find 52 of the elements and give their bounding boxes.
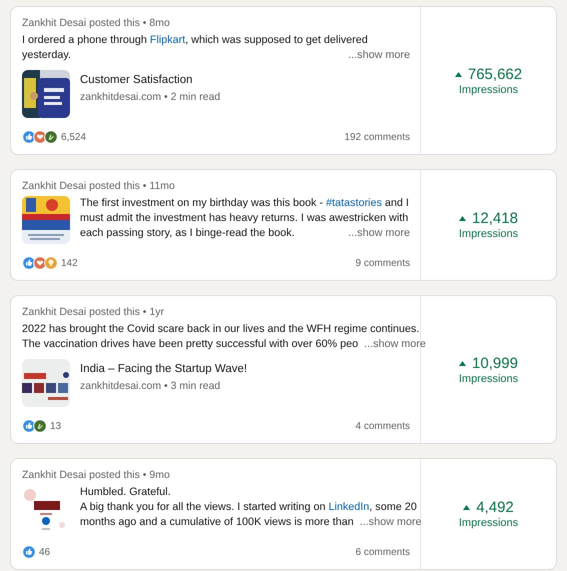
impressions-label: Impressions [458,517,518,529]
post-text: I ordered a phone through Flipkart, which was supposed to get delivered [22,33,368,48]
comments-count[interactable]: 6 comments [356,546,410,558]
impressions-count: 12,418 [472,210,518,227]
post-text: months ago and a cumulative of 100K views is more than [80,515,354,530]
post-meta: Zankhit Desai posted this • 11mo [22,180,176,192]
reaction-count[interactable]: 142 [61,258,78,268]
up-triangle-icon [463,505,470,510]
show-more-link[interactable]: ...show more [360,515,422,530]
clapping-hands-icon [44,130,58,144]
impressions-label: Impressions [458,372,518,384]
post-text: yesterday. [22,48,72,63]
link[interactable]: LinkedIn [328,501,370,513]
post-text: The vaccination drives have been pretty successful with over 60% peo [22,337,358,352]
post-text: each passing story, as I binge-read the book. [80,226,295,241]
up-triangle-icon [459,360,466,366]
impressions-count: 10,999 [472,354,518,372]
show-more-link[interactable]: ...show more [364,337,426,352]
comments-count[interactable]: 9 comments [356,258,410,268]
post-meta: Zankhit Desai posted this • 8mo [22,17,171,29]
show-more-link[interactable]: ...show more [348,226,410,241]
lightbulb-icon [44,256,58,270]
article-source: zankhitdesai.com • 3 min read [80,380,222,392]
impressions-label: Impressions [458,84,518,96]
impressions-count: 4,492 [476,499,514,516]
link[interactable]: Flipkart [150,34,186,46]
like-icon [22,419,36,433]
comments-count[interactable]: 192 comments [344,132,410,142]
impressions-count: 765,662 [468,66,522,82]
article-title[interactable]: India – Facing the Startup Wave! [80,363,248,375]
post-meta: Zankhit Desai posted this • 1yr [22,306,165,318]
post-text: must admit the investment has heavy returns. I was awestricken with [80,211,408,226]
show-more-link[interactable]: ...show more [348,48,410,63]
article-title[interactable]: Customer Satisfaction [80,74,220,86]
reaction-count[interactable]: 6,524 [61,132,86,142]
reaction-count[interactable]: 13 [50,420,62,432]
like-icon [22,130,36,144]
reaction-count[interactable]: 46 [39,546,50,558]
like-icon [22,256,36,270]
up-triangle-icon [454,72,462,76]
post-text: The first investment on my birthday was this book - #tatastories and I [80,196,409,211]
post-meta: Zankhit Desai posted this • 9mo [22,469,171,481]
post-text: 2022 has brought the Covid scare back in our lives and the WFH regime continues. [22,322,420,337]
post-text: Humbled. Grateful. [80,485,171,500]
impressions-label: Impressions [458,228,518,240]
article-source: zankhitdesai.com • 2 min read [80,91,220,103]
up-triangle-icon [459,216,466,221]
link[interactable]: #tatastories [326,197,382,209]
post-text: A big thank you for all the views. I started writing on LinkedIn, some 20 [80,500,417,515]
like-icon [22,545,36,559]
comments-count[interactable]: 4 comments [356,420,410,432]
clapping-hands-icon [33,419,47,433]
